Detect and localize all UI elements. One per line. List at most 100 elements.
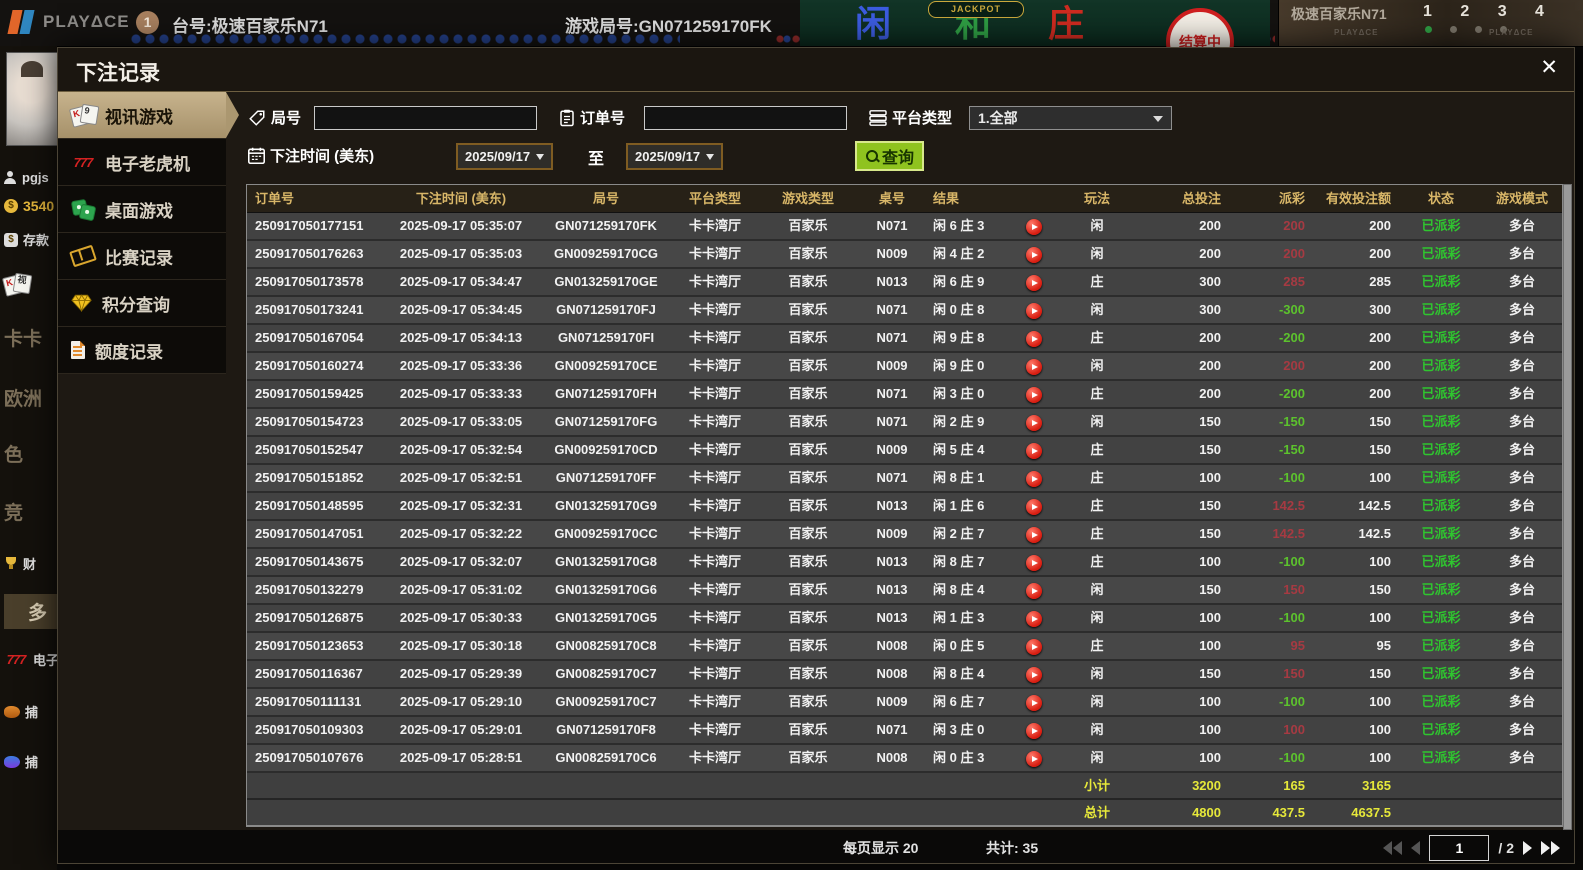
play-icon: [1032, 308, 1038, 314]
play-icon: [1032, 336, 1038, 342]
user-icon: [4, 171, 17, 184]
column-header: 派彩: [1237, 185, 1309, 212]
table-row: 2509170501093032025-09-17 05:29:01GN0712…: [247, 717, 1562, 745]
total-count-label: 共计: 35: [986, 838, 1038, 858]
date-from-picker[interactable]: 2025/09/17: [456, 143, 553, 170]
column-header: 桌号: [853, 185, 931, 212]
avatar[interactable]: [6, 52, 57, 146]
column-header: 有效投注额: [1309, 185, 1403, 212]
lobby-item-slots[interactable]: 777电子: [4, 650, 57, 669]
table-row: 2509170501163672025-09-17 05:29:39GN0082…: [247, 661, 1562, 689]
order-number-input[interactable]: [644, 106, 847, 130]
play-icon: [1032, 392, 1038, 398]
lobby-item-europe[interactable]: 欧洲: [4, 384, 42, 411]
replay-button[interactable]: [1026, 723, 1042, 739]
platform-icon: [869, 110, 887, 126]
first-page-button[interactable]: [1383, 841, 1402, 855]
sidebar-item-points-query[interactable]: 积分查询: [58, 280, 226, 327]
column-header: 状态: [1403, 185, 1479, 212]
replay-button[interactable]: [1026, 443, 1042, 459]
lobby-left-strip: pgjs$3540$存款K视卡卡欧洲色竞财多777电子捕捕: [0, 46, 57, 870]
table-row: 2509170501594252025-09-17 05:33:33GN0712…: [247, 381, 1562, 409]
sidebar-item-slots[interactable]: 777电子老虎机: [58, 139, 226, 186]
replay-button[interactable]: [1026, 219, 1042, 235]
play-icon: [1032, 700, 1038, 706]
seat-numbers: 1 2 3 4: [1423, 3, 1556, 21]
replay-button[interactable]: [1026, 499, 1042, 515]
replay-button[interactable]: [1026, 583, 1042, 599]
total-row: 总计4800437.54637.5: [247, 800, 1562, 826]
modal-sidebar: K9视讯游戏777电子老虎机桌面游戏比赛记录积分查询额度记录: [58, 92, 226, 374]
platform-type-select[interactable]: 1.全部: [969, 106, 1172, 130]
table-row: 2509170501076762025-09-17 05:28:51GN0082…: [247, 745, 1562, 773]
bet-records-table: 订单号下注时间 (美东)局号平台类型游戏类型桌号结果玩法总投注派彩有效投注额状态…: [246, 184, 1563, 827]
lobby-item-fishing2[interactable]: 捕: [4, 752, 38, 771]
lobby-item-jing[interactable]: 竞: [4, 498, 23, 525]
platform-type-label: 平台类型: [869, 107, 952, 128]
replay-button[interactable]: [1026, 751, 1042, 767]
replay-button[interactable]: [1026, 303, 1042, 319]
sidebar-item-match-records[interactable]: 比赛记录: [58, 233, 226, 280]
subtotal-row: 小计32001653165: [247, 773, 1562, 800]
table-row: 2509170501735782025-09-17 05:34:47GN0132…: [247, 269, 1562, 297]
replay-button[interactable]: [1026, 695, 1042, 711]
order-number-label: 订单号: [559, 107, 625, 128]
lobby-item-duo[interactable]: 多: [4, 594, 57, 629]
prev-page-button[interactable]: [1411, 841, 1420, 855]
lobby-item-kaka[interactable]: 卡卡: [4, 324, 42, 351]
replay-button[interactable]: [1026, 331, 1042, 347]
sidebar-item-quota-records[interactable]: 额度记录: [58, 327, 226, 374]
table-scrollbar[interactable]: [1563, 184, 1572, 830]
to-label: 至: [588, 145, 604, 169]
slot-777-icon: 777: [4, 652, 28, 667]
round-number-input[interactable]: [314, 106, 537, 130]
close-icon[interactable]: ✕: [1540, 56, 1558, 80]
replay-button[interactable]: [1026, 247, 1042, 263]
replay-button[interactable]: [1026, 527, 1042, 543]
play-icon: [1032, 224, 1038, 230]
column-header: 下注时间 (美东): [377, 185, 545, 212]
jackpot-badge: JACKPOT: [928, 1, 1024, 18]
per-page-value[interactable]: 20: [903, 840, 919, 856]
replay-button[interactable]: [1026, 359, 1042, 375]
table-row: 2509170501111312025-09-17 05:29:10GN0092…: [247, 689, 1562, 717]
replay-button[interactable]: [1026, 667, 1042, 683]
chevron-down-icon: [1153, 116, 1163, 122]
page-number-input[interactable]: [1429, 835, 1489, 861]
replay-button[interactable]: [1026, 639, 1042, 655]
replay-button[interactable]: [1026, 387, 1042, 403]
lobby-item-fishing1[interactable]: 捕: [4, 702, 38, 721]
video-pane: 极速百家乐N71 1 2 3 4 PLAYΔCE PLAYΔCE: [1278, 0, 1583, 46]
page-total-label: / 2: [1498, 840, 1514, 856]
table-number-badge: 1: [136, 11, 159, 34]
lobby-item-video[interactable]: K视: [4, 274, 33, 294]
play-icon: [1032, 364, 1038, 370]
bet-banker-label[interactable]: 庄: [1048, 4, 1084, 44]
replay-button[interactable]: [1026, 471, 1042, 487]
column-header: 游戏类型: [763, 185, 853, 212]
next-page-button[interactable]: [1523, 841, 1532, 855]
lobby-item-deposit[interactable]: $存款: [4, 230, 49, 249]
replay-button[interactable]: [1026, 415, 1042, 431]
lobby-item-se[interactable]: 色: [4, 440, 23, 467]
play-icon: [1032, 476, 1038, 482]
column-header: 总投注: [1143, 185, 1237, 212]
lobby-item-user[interactable]: pgjs: [4, 170, 49, 185]
gem-icon: [71, 294, 92, 312]
date-to-picker[interactable]: 2025/09/17: [626, 143, 723, 170]
lobby-item-balance[interactable]: $3540: [4, 198, 54, 214]
replay-button[interactable]: [1026, 275, 1042, 291]
replay-button[interactable]: [1026, 555, 1042, 571]
sidebar-item-table-games[interactable]: 桌面游戏: [58, 186, 226, 233]
modal-header: 下注记录 ✕: [58, 48, 1574, 92]
column-header: 玩法: [1051, 185, 1143, 212]
column-header: 游戏模式: [1479, 185, 1565, 212]
bet-player-label[interactable]: 闲: [855, 4, 891, 44]
video-table-title: 极速百家乐N71: [1291, 4, 1387, 24]
replay-button[interactable]: [1026, 611, 1042, 627]
play-icon: [1032, 644, 1038, 650]
sidebar-item-video-games[interactable]: K9视讯游戏: [58, 92, 226, 139]
last-page-button[interactable]: [1541, 841, 1560, 855]
search-button[interactable]: 查询: [855, 141, 924, 171]
lobby-item-wealth[interactable]: 财: [4, 554, 36, 573]
